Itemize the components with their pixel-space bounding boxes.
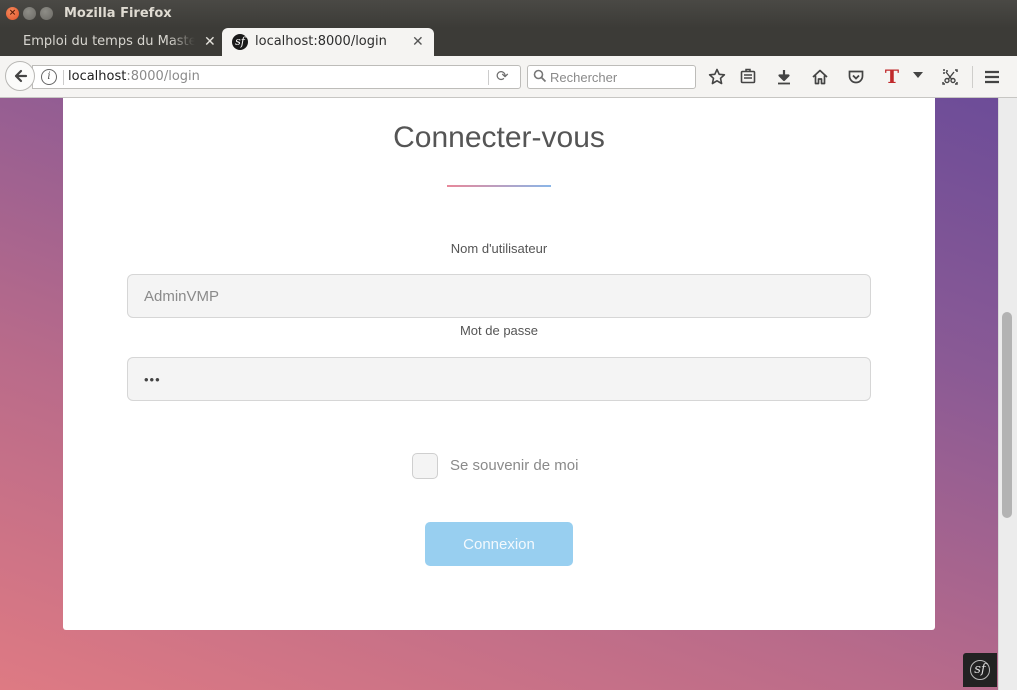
page-title: Connecter-vous [393,121,605,154]
login-card: Connecter-vous Nom d'utilisateur Mot de … [63,98,935,630]
toolbar-divider [972,66,973,88]
scrollbar[interactable] [998,98,1017,690]
window-minimize-button[interactable] [23,7,36,20]
username-field[interactable] [127,274,871,318]
window-title: Mozilla Firefox [64,6,172,21]
remember-me-label[interactable]: Se souvenir de moi [450,457,578,474]
remember-me-checkbox[interactable] [412,453,438,479]
pocket-icon[interactable] [843,64,869,90]
symfony-favicon-icon: sf [232,34,248,50]
password-label: Mot de passe [459,323,539,338]
url-divider [63,70,64,85]
title-underline [447,185,551,187]
tab-emploi-du-temps[interactable]: Emploi du temps du Master G ✕ [12,28,220,56]
tab-close-icon[interactable]: ✕ [412,28,424,56]
scrollbar-thumb[interactable] [1002,312,1012,518]
screenshot-icon[interactable] [937,64,963,90]
tab-label: localhost:8000/login [255,34,387,49]
symfony-logo-icon: sf [970,660,990,680]
home-icon[interactable] [807,64,833,90]
menu-icon[interactable] [979,64,1005,90]
url-divider [488,70,489,85]
tab-label: Emploi du temps du Master G [23,34,195,49]
text-tool-icon[interactable]: T [879,64,905,90]
reload-icon[interactable]: ⟳ [496,67,509,85]
password-field[interactable] [127,357,871,401]
back-icon[interactable] [5,61,35,91]
page-viewport: Connecter-vous Nom d'utilisateur Mot de … [0,98,1017,690]
info-icon[interactable]: i [41,69,57,85]
username-label: Nom d'utilisateur [450,241,548,256]
window-close-button[interactable]: × [6,7,19,20]
symfony-toolbar-toggle[interactable]: sf [963,653,997,687]
navigation-toolbar: i localhost:8000/login ⟳ T [0,56,1017,98]
url-path: :8000/login [126,69,200,84]
tab-close-icon[interactable]: ✕ [204,28,216,56]
window-titlebar: × Mozilla Firefox [0,0,1017,28]
window-maximize-button[interactable] [40,7,53,20]
tab-strip: Emploi du temps du Master G ✕ sf localho… [0,28,1017,82]
search-bar[interactable] [527,65,696,89]
search-icon [533,69,547,83]
tab-login[interactable]: sf localhost:8000/login ✕ [222,28,434,56]
url-bar[interactable]: i localhost:8000/login ⟳ [32,65,521,89]
search-input[interactable] [550,66,690,88]
bookmark-star-icon[interactable] [704,64,730,90]
download-icon[interactable] [771,64,797,90]
login-submit-button[interactable]: Connexion [425,522,573,566]
reading-list-icon[interactable] [735,64,761,90]
url-host: localhost [68,69,127,84]
url-text[interactable]: localhost:8000/login [68,69,200,84]
dropdown-arrow-icon[interactable] [905,64,931,90]
